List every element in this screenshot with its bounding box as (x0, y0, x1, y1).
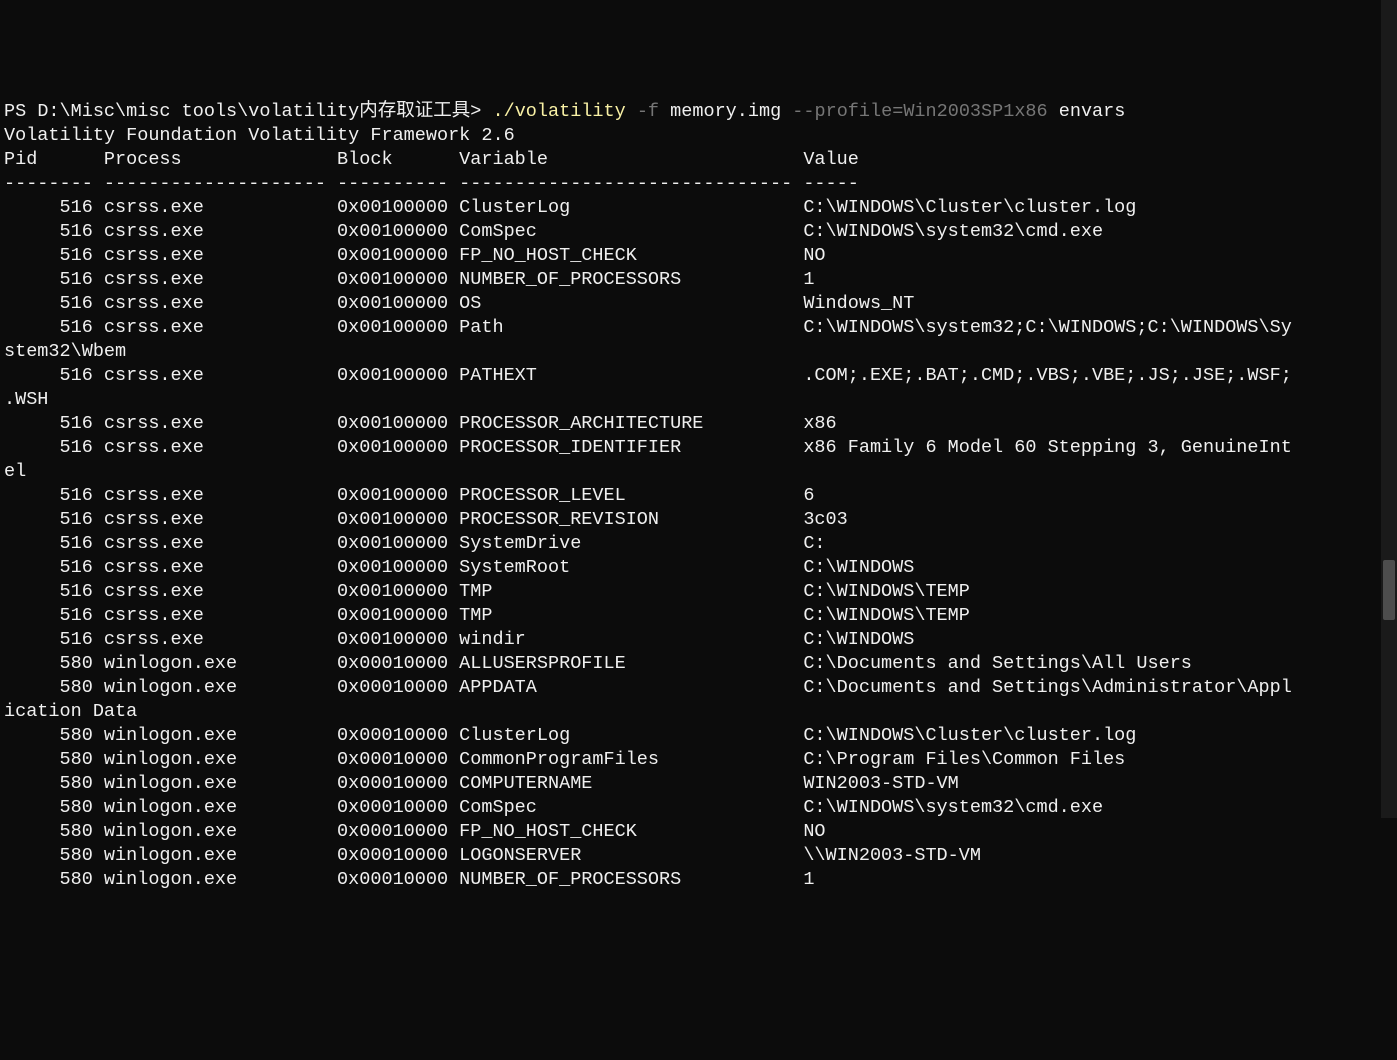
flag-profile: --profile=Win2003SP1x86 (792, 101, 1047, 122)
table-row: 516 csrss.exe 0x00100000 Path C:\WINDOWS… (4, 317, 1292, 338)
banner: Volatility Foundation Volatility Framewo… (4, 125, 515, 146)
table-row: 516 csrss.exe 0x00100000 SystemDrive C: (4, 533, 826, 554)
ps-path: D:\Misc\misc tools\volatility内存取证工具> (37, 101, 481, 122)
table-row: .WSH (4, 389, 48, 410)
scrollbar[interactable] (1381, 0, 1397, 818)
table-row: 516 csrss.exe 0x00100000 PROCESSOR_IDENT… (4, 437, 1292, 458)
flag-f: -f (637, 101, 659, 122)
table-row: 580 winlogon.exe 0x00010000 ClusterLog C… (4, 725, 1136, 746)
table-row: 580 winlogon.exe 0x00010000 ALLUSERSPROF… (4, 653, 1192, 674)
table-row: el (4, 461, 26, 482)
table-row: 580 winlogon.exe 0x00010000 APPDATA C:\D… (4, 677, 1292, 698)
table-row: 516 csrss.exe 0x00100000 TMP C:\WINDOWS\… (4, 581, 970, 602)
table-row: 580 winlogon.exe 0x00010000 CommonProgra… (4, 749, 1125, 770)
table-row: stem32\Wbem (4, 341, 126, 362)
table-header: Pid Process Block Variable Value (4, 149, 859, 170)
table-row: 516 csrss.exe 0x00100000 NUMBER_OF_PROCE… (4, 269, 814, 290)
table-row: 516 csrss.exe 0x00100000 ClusterLog C:\W… (4, 197, 1136, 218)
cmd-plugin: envars (1059, 101, 1126, 122)
table-divider: -------- -------------------- ----------… (4, 173, 859, 194)
table-row: 516 csrss.exe 0x00100000 PROCESSOR_LEVEL… (4, 485, 814, 506)
table-row: 516 csrss.exe 0x00100000 FP_NO_HOST_CHEC… (4, 245, 826, 266)
table-row: 516 csrss.exe 0x00100000 OS Windows_NT (4, 293, 914, 314)
table-row: 516 csrss.exe 0x00100000 PATHEXT .COM;.E… (4, 365, 1292, 386)
table-row: 580 winlogon.exe 0x00010000 FP_NO_HOST_C… (4, 821, 826, 842)
terminal-output[interactable]: PS D:\Misc\misc tools\volatility内存取证工具> … (4, 100, 1393, 892)
arg-image: memory.img (670, 101, 781, 122)
table-row: 580 winlogon.exe 0x00010000 LOGONSERVER … (4, 845, 981, 866)
table-row: 580 winlogon.exe 0x00010000 COMPUTERNAME… (4, 773, 959, 794)
ps-label: PS (4, 101, 37, 122)
table-row: 516 csrss.exe 0x00100000 PROCESSOR_REVIS… (4, 509, 848, 530)
table-row: 516 csrss.exe 0x00100000 SystemRoot C:\W… (4, 557, 914, 578)
table-row: 516 csrss.exe 0x00100000 TMP C:\WINDOWS\… (4, 605, 970, 626)
table-row: 516 csrss.exe 0x00100000 windir C:\WINDO… (4, 629, 914, 650)
table-row: ication Data (4, 701, 137, 722)
table-row: 580 winlogon.exe 0x00010000 NUMBER_OF_PR… (4, 869, 814, 890)
table-row: 580 winlogon.exe 0x00010000 ComSpec C:\W… (4, 797, 1103, 818)
cmd-executable: ./volatility (492, 101, 625, 122)
table-row: 516 csrss.exe 0x00100000 PROCESSOR_ARCHI… (4, 413, 837, 434)
table-row: 516 csrss.exe 0x00100000 ComSpec C:\WIND… (4, 221, 1103, 242)
scroll-thumb[interactable] (1383, 560, 1395, 620)
